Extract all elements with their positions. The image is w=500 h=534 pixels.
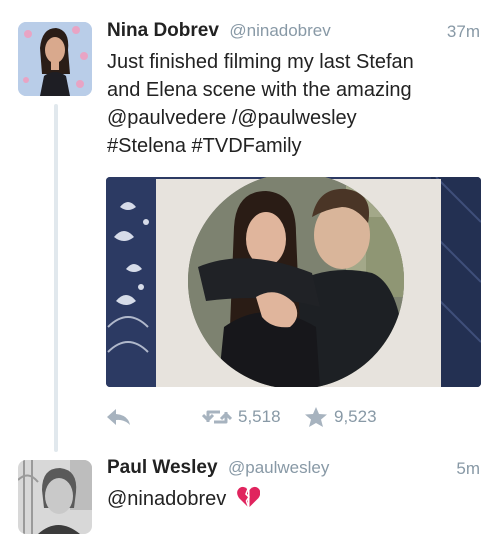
favorite-button[interactable]: 9,523 [304,403,377,431]
retweet-icon[interactable] [202,407,232,427]
tweet-paulwesley[interactable]: Paul Wesley @paulwesley 5m @ninadobrev [0,452,500,534]
avatar-paul-wesley[interactable] [18,460,92,534]
favorite-count: 9,523 [334,407,377,426]
tweet-text-line[interactable]: @paulvedere /@paulwesley [107,104,477,132]
user-handle[interactable]: @paulwesley [228,458,329,477]
tweet-header: Nina Dobrev @ninadobrev 37m [107,20,480,44]
avatar-nina-dobrev[interactable] [18,22,92,96]
tweet-timestamp[interactable]: 5m [456,459,480,479]
mention-link[interactable]: @ninadobrev [107,488,226,510]
tweet-text: @ninadobrev [107,485,477,516]
tweet-text-line: Just finished filming my last Stefan [107,51,414,73]
tweet-text-line: and Elena scene with the amazing [107,79,412,101]
tweet-text: Just finished filming my last Stefan and… [107,48,477,160]
tweet-actions: 5,518 9,523 [106,403,481,431]
display-name[interactable]: Nina Dobrev [107,20,219,41]
star-icon[interactable] [304,406,328,428]
tweet-photo[interactable] [106,177,481,387]
retweet-count: 5,518 [238,407,281,426]
display-name[interactable]: Paul Wesley [107,457,218,478]
user-handle[interactable]: @ninadobrev [229,21,330,40]
tweet-header: Paul Wesley @paulwesley 5m [107,457,480,481]
tweet-text-line[interactable]: #Stelena #TVDFamily [107,132,477,160]
reply-button[interactable] [106,403,132,431]
tweet-ninadobrev[interactable]: Nina Dobrev @ninadobrev 37m Just finishe… [0,0,500,452]
tweet-timestamp[interactable]: 37m [447,22,480,42]
reply-icon[interactable] [106,407,132,427]
retweet-button[interactable]: 5,518 [202,403,281,431]
broken-heart-icon [236,486,261,516]
